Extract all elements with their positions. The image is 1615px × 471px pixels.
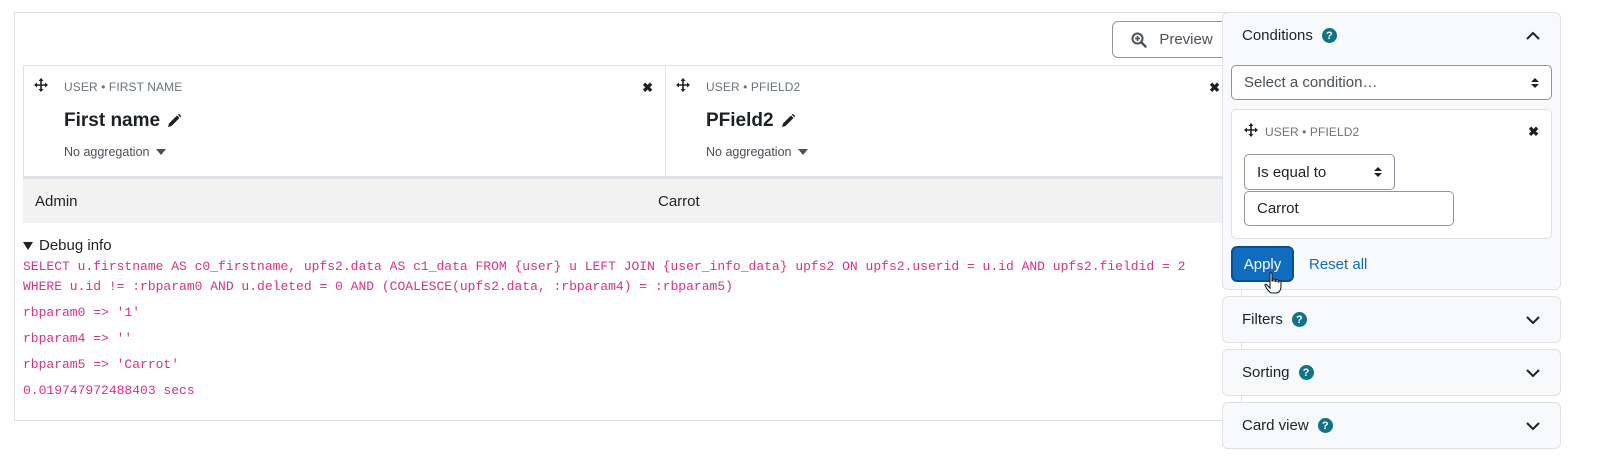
column-header-pfield2: USER • PFIELD2 ✖ PField2 No aggregation: [666, 66, 1232, 176]
column-source-label: USER • FIRST NAME: [64, 80, 183, 94]
close-icon[interactable]: ✖: [1528, 125, 1539, 138]
column-title-text: First name: [64, 110, 161, 131]
card-view-card-header[interactable]: Card view ?: [1223, 403, 1560, 448]
column-header-first-name: USER • FIRST NAME ✖ First name No aggreg…: [24, 66, 666, 176]
debug-info-title: Debug info: [39, 237, 112, 254]
sorting-title: Sorting: [1242, 364, 1290, 381]
chevron-down-icon[interactable]: [1525, 418, 1541, 434]
column-title-text: PField2: [706, 110, 774, 131]
apply-button[interactable]: Apply: [1231, 246, 1294, 282]
chevron-up-icon[interactable]: [1525, 28, 1541, 44]
condition-value-input[interactable]: [1244, 191, 1454, 226]
move-icon[interactable]: [34, 78, 48, 92]
debug-param: rbparam5 => 'Carrot': [23, 357, 180, 372]
select-arrows-icon: [1531, 77, 1539, 88]
table-cell: Carrot: [658, 192, 700, 210]
help-icon[interactable]: ?: [1291, 312, 1307, 327]
filters-title: Filters: [1242, 311, 1283, 328]
condition-select-value: Select a condition…: [1244, 74, 1378, 91]
reset-all-link[interactable]: Reset all: [1309, 256, 1367, 273]
condition-source-label: USER • PFIELD2: [1265, 125, 1360, 139]
select-arrows-icon: [1374, 167, 1382, 177]
caret-down-icon: [798, 149, 809, 155]
pencil-icon[interactable]: [166, 113, 182, 129]
condition-item: USER • PFIELD2 ✖ Is equal to: [1231, 109, 1552, 239]
close-icon[interactable]: ✖: [642, 81, 653, 94]
aggregation-label: No aggregation: [64, 145, 150, 159]
chevron-down-icon[interactable]: [1525, 312, 1541, 328]
help-icon[interactable]: ?: [1317, 418, 1333, 433]
table-header-row: USER • FIRST NAME ✖ First name No aggreg…: [23, 65, 1233, 177]
preview-button-label: Preview: [1159, 31, 1213, 48]
aggregation-dropdown[interactable]: No aggregation: [64, 145, 167, 159]
conditions-title: Conditions: [1242, 27, 1313, 44]
move-icon[interactable]: [676, 78, 690, 92]
operator-select[interactable]: Is equal to: [1244, 154, 1395, 190]
sorting-card: Sorting ?: [1222, 349, 1561, 396]
conditions-card: Conditions ? Select a condition… USER • …: [1222, 12, 1561, 290]
column-source-label: USER • PFIELD2: [706, 80, 801, 94]
column-title[interactable]: PField2: [706, 110, 796, 132]
debug-info: Debug info SELECT u.firstname AS c0_firs…: [23, 237, 1223, 401]
filters-card-header[interactable]: Filters ?: [1223, 297, 1560, 342]
pointer-cursor-icon: [1264, 272, 1282, 294]
condition-select[interactable]: Select a condition…: [1231, 65, 1552, 100]
card-view-card: Card view ?: [1222, 402, 1561, 449]
sorting-card-header[interactable]: Sorting ?: [1223, 350, 1560, 395]
conditions-card-header[interactable]: Conditions ?: [1223, 13, 1560, 58]
table-cell: Admin: [35, 192, 78, 210]
move-icon[interactable]: [1244, 123, 1258, 137]
chevron-down-icon[interactable]: [1525, 365, 1541, 381]
table-row: Admin Carrot: [23, 177, 1233, 223]
aggregation-label: No aggregation: [706, 145, 792, 159]
debug-info-toggle[interactable]: Debug info: [23, 237, 1223, 254]
debug-param: rbparam4 => '': [23, 331, 133, 346]
debug-param: rbparam0 => '1': [23, 305, 141, 320]
card-view-title: Card view: [1242, 417, 1309, 434]
preview-button[interactable]: Preview: [1112, 21, 1232, 58]
debug-time: 0.019747972488403 secs: [23, 383, 195, 398]
debug-sql-line: WHERE u.id != :rbparam0 AND u.deleted = …: [23, 279, 733, 294]
pencil-icon[interactable]: [780, 113, 796, 129]
column-title[interactable]: First name: [64, 110, 182, 132]
triangle-down-icon: [23, 241, 33, 250]
debug-sql-line: SELECT u.firstname AS c0_firstname, upfs…: [23, 259, 1186, 274]
operator-select-value: Is equal to: [1257, 163, 1327, 181]
debug-sql: SELECT u.firstname AS c0_firstname, upfs…: [23, 257, 1223, 297]
caret-down-icon: [156, 149, 167, 155]
help-icon[interactable]: ?: [1298, 365, 1314, 380]
filters-card: Filters ?: [1222, 296, 1561, 343]
report-table: USER • FIRST NAME ✖ First name No aggreg…: [23, 65, 1233, 223]
aggregation-dropdown[interactable]: No aggregation: [706, 145, 809, 159]
zoom-in-icon: [1131, 32, 1148, 48]
help-icon[interactable]: ?: [1321, 28, 1337, 43]
close-icon[interactable]: ✖: [1209, 81, 1220, 94]
